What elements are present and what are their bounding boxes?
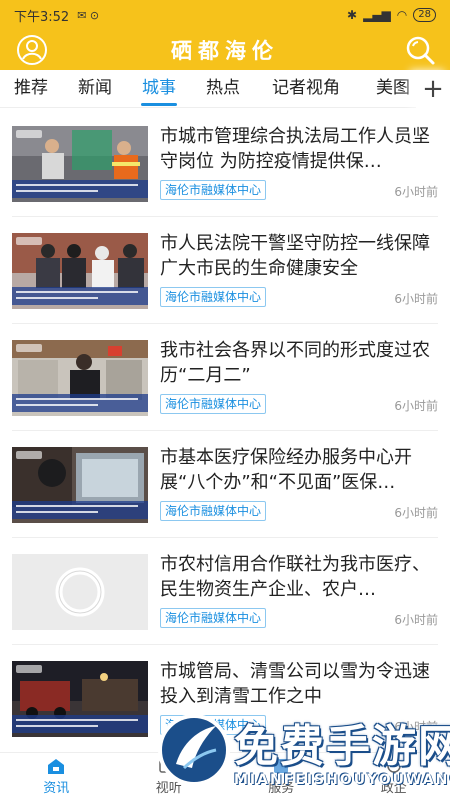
news-source-badge: 海伦市融媒体中心 [160,394,267,414]
tab-photos[interactable]: 美图 [376,70,410,108]
news-title: 我市社会各界以不同的形式度过农历“二月二” [160,340,430,386]
nav-news[interactable]: 资讯 [0,753,113,800]
battery-indicator: 28 [413,8,436,22]
watermark-text: 免费手游网 [234,721,450,772]
news-title: 市城市管理综合执法局工作人员坚守岗位 为防控疫情提供保… [160,126,430,172]
tab-reporter[interactable]: 记者视角 [272,70,340,108]
add-tab-button[interactable]: + [416,70,450,108]
news-thumbnail-placeholder [12,554,148,630]
notification-icon: ✉ ⊙ [77,8,100,22]
tab-hot[interactable]: 热点 [206,70,240,108]
news-title: 市基本医疗保险经办服务中心开展“八个办”和“不见面”医保… [160,447,412,493]
news-item[interactable]: 市农村信用合作联社为我市医疗、民生物资生产企业、农户… 海伦市融媒体中心 6小时… [0,538,450,645]
news-time: 6小时前 [394,506,438,520]
news-icon [48,759,65,774]
signal-icon: ▂▄▆ [363,8,391,22]
watermark: 免费手游网 MIANFEISHOUYOUWANG [154,698,450,800]
news-time: 6小时前 [394,185,438,199]
news-source-badge: 海伦市融媒体中心 [160,287,267,307]
news-thumbnail [12,661,148,737]
nav-news-label: 资讯 [43,781,70,796]
news-thumbnail [12,233,148,309]
news-thumbnail [12,126,148,202]
news-time: 6小时前 [394,613,438,627]
news-source-badge: 海伦市融媒体中心 [160,608,267,628]
news-source-badge: 海伦市融媒体中心 [160,501,267,521]
watermark-logo-icon [158,714,230,786]
news-title: 市人民法院干警坚守防控一线保障广大市民的生命健康安全 [160,233,430,279]
tab-news[interactable]: 新闻 [78,70,112,108]
news-item[interactable]: 市基本医疗保险经办服务中心开展“八个办”和“不见面”医保… 海伦市融媒体中心 6… [0,431,450,538]
watermark-subtext: MIANFEISHOUYOUWANG [234,772,450,788]
status-bar: 下午3:52 ✉ ⊙ ✱ ▂▄▆ ◠ 28 [0,0,450,30]
app-header: 硒都海伦 [0,30,450,70]
wifi-icon: ◠ [396,8,408,22]
app-title: 硒都海伦 [171,39,279,63]
news-time: 6小时前 [394,292,438,306]
news-time: 6小时前 [394,399,438,413]
news-title: 市农村信用合作联社为我市医疗、民生物资生产企业、农户… [160,554,430,600]
news-thumbnail [12,447,148,523]
news-item[interactable]: 我市社会各界以不同的形式度过农历“二月二” 海伦市融媒体中心 6小时前 [0,324,450,431]
tab-city[interactable]: 城事 [142,70,176,108]
status-time: 下午3:52 [14,9,70,25]
news-item[interactable]: 市城市管理综合执法局工作人员坚守岗位 为防控疫情提供保… 海伦市融媒体中心 6小… [0,110,450,217]
category-tabs: 推荐 新闻 城事 热点 记者视角 美图 + [0,70,450,108]
news-item[interactable]: 市人民法院干警坚守防控一线保障广大市民的生命健康安全 海伦市融媒体中心 6小时前 [0,217,450,324]
search-icon[interactable] [404,34,436,66]
tab-recommend[interactable]: 推荐 [14,70,48,108]
bluetooth-icon: ✱ [347,8,358,22]
news-source-badge: 海伦市融媒体中心 [160,180,267,200]
news-thumbnail [12,340,148,416]
user-icon[interactable] [16,34,48,66]
